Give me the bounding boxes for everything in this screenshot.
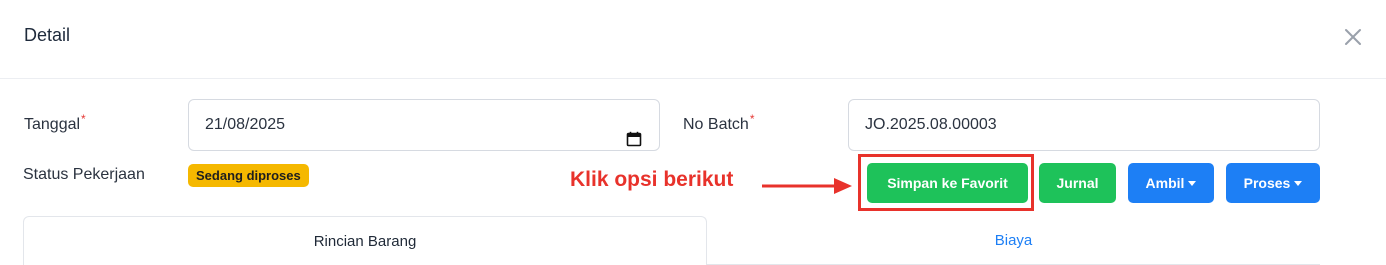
tab-rincian-barang[interactable]: Rincian Barang [23, 216, 707, 265]
simpan-ke-favorit-button[interactable]: Simpan ke Favorit [867, 163, 1028, 203]
tanggal-value: 21/08/2025 [205, 116, 286, 133]
modal-title: Detail [24, 25, 71, 45]
tab-biaya[interactable]: Biaya [707, 216, 1320, 265]
annotation-text: Klik opsi berikut [570, 168, 734, 191]
caret-down-icon [1294, 180, 1303, 186]
status-badge: Sedang diproses [188, 164, 309, 187]
tanggal-date-input[interactable]: 21/08/2025 [188, 99, 660, 151]
no-batch-value: JO.2025.08.00003 [865, 116, 997, 133]
required-mark: * [81, 112, 86, 126]
required-mark: * [749, 112, 755, 126]
tanggal-label: Tanggal* [24, 112, 86, 133]
no-batch-input[interactable]: JO.2025.08.00003 [848, 99, 1320, 151]
proses-dropdown-button[interactable]: Proses [1226, 163, 1320, 203]
no-batch-label: No Batch* [683, 112, 755, 133]
jurnal-button[interactable]: Jurnal [1039, 163, 1116, 203]
ambil-dropdown-button[interactable]: Ambil [1128, 163, 1214, 203]
close-icon[interactable] [1340, 24, 1366, 50]
calendar-icon[interactable] [626, 118, 642, 147]
annotation-arrow-icon [762, 176, 854, 201]
status-pekerjaan-label: Status Pekerjaan [23, 166, 145, 183]
detail-tabs: Rincian Barang Biaya [23, 216, 1320, 265]
caret-down-icon [1188, 180, 1197, 186]
modal-header: Detail [0, 0, 1386, 79]
